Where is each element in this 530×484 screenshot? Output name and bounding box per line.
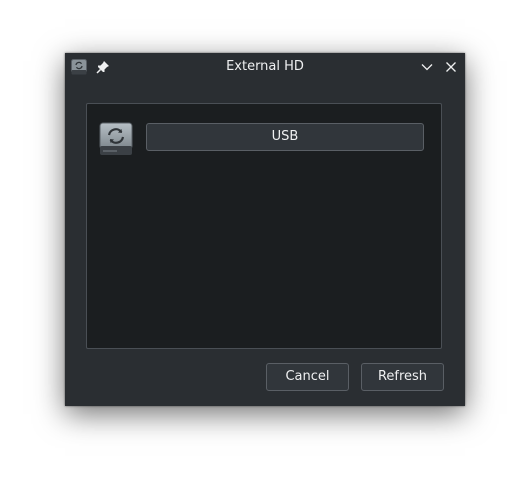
window-title: External HD <box>226 59 304 74</box>
external-drive-icon <box>99 122 133 155</box>
chevron-down-icon[interactable] <box>420 60 434 74</box>
dialog-window: External HD USB Cancel Refresh <box>65 53 465 406</box>
cancel-button[interactable]: Cancel <box>266 363 349 391</box>
close-icon[interactable] <box>444 60 458 74</box>
usb-device-button[interactable]: USB <box>146 123 424 151</box>
device-list-frame: USB <box>86 103 442 349</box>
title-bar[interactable]: External HD <box>65 53 465 81</box>
refresh-button[interactable]: Refresh <box>361 363 444 391</box>
